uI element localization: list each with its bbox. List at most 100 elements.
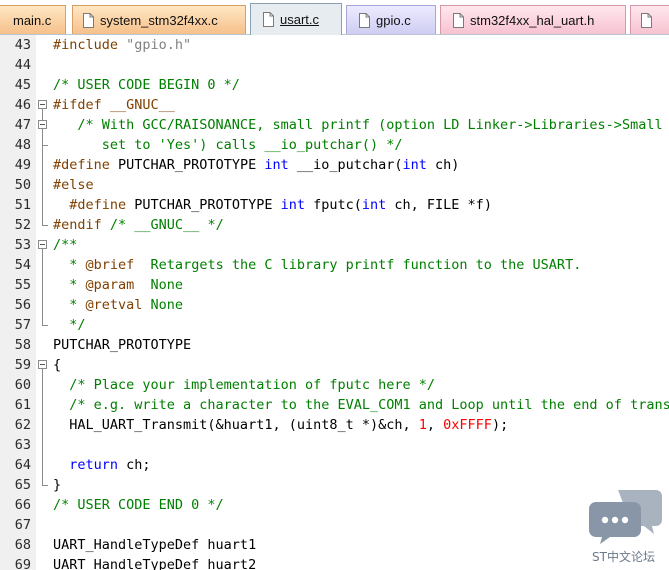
code-line[interactable]: 65} (0, 475, 669, 495)
code-line[interactable]: 64 return ch; (0, 455, 669, 475)
code-line[interactable]: 57 */ (0, 315, 669, 335)
code-token: #ifdef __GNUC__ (53, 97, 175, 113)
line-number: 58 (14, 337, 31, 353)
line-number: 56 (14, 297, 31, 313)
code-text[interactable]: /* USER CODE END 0 */ (53, 495, 224, 515)
code-text[interactable]: */ (53, 315, 85, 335)
code-line[interactable]: 51 #define PUTCHAR_PROTOTYPE int fputc(i… (0, 195, 669, 215)
fold-toggle-icon[interactable] (37, 355, 49, 375)
code-line[interactable]: 54 * @brief Retargets the C library prin… (0, 255, 669, 275)
fold-guide (37, 155, 49, 175)
code-line[interactable]: 61 /* e.g. write a character to the EVAL… (0, 395, 669, 415)
code-text[interactable]: /* Place your implementation of fputc he… (53, 375, 435, 395)
code-line[interactable]: 62 HAL_UART_Transmit(&huart1, (uint8_t *… (0, 415, 669, 435)
code-text[interactable]: set to 'Yes') calls __io_putchar() */ (53, 135, 403, 155)
tab-usart-c[interactable]: usart.c (250, 3, 342, 35)
chat-bubbles-icon (588, 486, 664, 550)
code-token: #else (53, 177, 94, 193)
code-token: PUTCHAR_PROTOTYPE (118, 157, 265, 173)
code-token: int (264, 157, 289, 173)
code-text[interactable]: /* USER CODE BEGIN 0 */ (53, 75, 240, 95)
code-line[interactable]: 49 #define PUTCHAR_PROTOTYPE int __io_put… (0, 155, 669, 175)
tab-main-c[interactable]: main.c (0, 5, 66, 34)
code-text[interactable]: #ifdef __GNUC__ (53, 95, 175, 115)
code-line[interactable]: 58 PUTCHAR_PROTOTYPE (0, 335, 669, 355)
line-number: 51 (14, 197, 31, 213)
fold-guide (37, 455, 49, 475)
code-text[interactable]: #define PUTCHAR_PROTOTYPE int fputc(int … (53, 195, 492, 215)
code-text[interactable]: return ch; (53, 455, 150, 475)
code-text[interactable]: /** (53, 235, 77, 255)
code-text[interactable]: } (53, 475, 61, 495)
code-text[interactable]: /* e.g. write a character to the EVAL_CO… (53, 395, 669, 415)
code-text[interactable]: #endif /* __GNUC__ */ (53, 215, 224, 235)
code-token: int (402, 157, 427, 173)
tab-gpio-c[interactable]: gpio.c (346, 5, 436, 34)
line-number: 68 (14, 537, 31, 553)
code-token: UART_HandleTypeDef huart2 (53, 557, 257, 570)
file-icon (359, 12, 370, 28)
code-token: /* Place your implementation of fputc he… (53, 377, 436, 393)
line-number: 43 (14, 37, 31, 53)
code-text[interactable]: { (53, 355, 61, 375)
code-token: /* USER CODE END 0 */ (53, 497, 224, 513)
code-text[interactable]: HAL_UART_Transmit(&huart1, (uint8_t *)&c… (53, 415, 508, 435)
line-number: 46 (14, 97, 31, 113)
code-token: @retval (85, 297, 143, 313)
code-token: /* USER CODE BEGIN 0 */ (53, 77, 240, 93)
code-line[interactable]: 59 { (0, 355, 669, 375)
code-line[interactable]: 45 /* USER CODE BEGIN 0 */ (0, 75, 669, 95)
fold-toggle-icon[interactable] (37, 95, 49, 115)
line-number: 44 (14, 57, 31, 73)
code-text[interactable]: /* With GCC/RAISONANCE, small printf (op… (53, 115, 669, 135)
fold-guide (37, 35, 49, 55)
line-number: 65 (14, 477, 31, 493)
code-text[interactable]: #include "gpio.h" (53, 35, 191, 55)
fold-guide (37, 175, 49, 195)
code-token: UART_HandleTypeDef huart1 (53, 537, 257, 553)
code-line[interactable]: 63 (0, 435, 669, 455)
tab-system-stm32f4xx-c[interactable]: system_stm32f4xx.c (72, 5, 246, 34)
code-text[interactable]: #else (53, 175, 94, 195)
code-text[interactable]: * @retval None (53, 295, 183, 315)
code-text[interactable]: UART_HandleTypeDef huart1 (53, 535, 256, 555)
code-token: return (53, 457, 119, 473)
code-token: set to 'Yes') calls __io_putchar() */ (53, 137, 403, 153)
code-line[interactable]: 55 * @param None (0, 275, 669, 295)
code-token: None (134, 277, 184, 293)
code-line[interactable]: 47 /* With GCC/RAISONANCE, small printf … (0, 115, 669, 135)
code-line[interactable]: 43 #include "gpio.h" (0, 35, 669, 55)
code-line[interactable]: 46 #ifdef __GNUC__ (0, 95, 669, 115)
code-editor[interactable]: 43 #include "gpio.h" 44 45 /* USER CODE BEGI… (0, 35, 669, 570)
code-text[interactable]: * @brief Retargets the C library printf … (53, 255, 581, 275)
code-token: PUTCHAR_PROTOTYPE (134, 197, 281, 213)
tab-overflow[interactable] (630, 5, 669, 34)
code-line[interactable]: 53 /** (0, 235, 669, 255)
code-token: #define (53, 197, 135, 213)
code-text[interactable]: * @param None (53, 275, 183, 295)
line-number: 54 (14, 257, 31, 273)
line-number: 67 (14, 517, 31, 533)
watermark-fade (300, 532, 600, 570)
code-token: @brief (85, 257, 135, 273)
code-line[interactable]: 52 #endif /* __GNUC__ */ (0, 215, 669, 235)
code-line[interactable]: 50 #else (0, 175, 669, 195)
line-number: 49 (14, 157, 31, 173)
fold-guide (37, 255, 49, 275)
code-line[interactable]: 44 (0, 55, 669, 75)
code-line[interactable]: 66 /* USER CODE END 0 */ (0, 495, 669, 515)
code-line[interactable]: 56 * @retval None (0, 295, 669, 315)
fold-toggle-icon[interactable] (37, 235, 49, 255)
code-text[interactable]: #define PUTCHAR_PROTOTYPE int __io_putch… (53, 155, 459, 175)
code-text[interactable]: UART_HandleTypeDef huart2 (53, 555, 256, 570)
code-text[interactable]: PUTCHAR_PROTOTYPE (53, 335, 191, 355)
code-line[interactable]: 48 set to 'Yes') calls __io_putchar() */ (0, 135, 669, 155)
code-line[interactable]: 60 /* Place your implementation of fputc… (0, 375, 669, 395)
tab-label: stm32f4xx_hal_uart.h (470, 12, 595, 28)
line-number: 61 (14, 397, 31, 413)
line-number: 69 (14, 557, 31, 570)
fold-guide (37, 475, 49, 495)
tab-stm32f4xx-hal-uart-h[interactable]: stm32f4xx_hal_uart.h (440, 5, 626, 34)
fold-toggle-icon[interactable] (37, 115, 49, 135)
file-icon (83, 12, 94, 28)
